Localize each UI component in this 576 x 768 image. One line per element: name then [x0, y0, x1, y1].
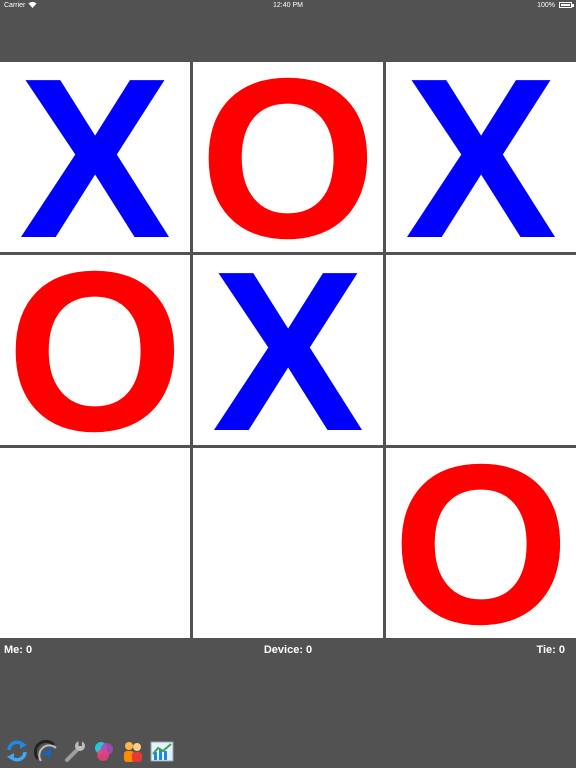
board-cell-3[interactable]: X	[386, 62, 576, 252]
battery-percent: 100%	[537, 2, 555, 9]
color-theme-icon[interactable]	[91, 738, 117, 764]
settings-wrench-icon[interactable]	[62, 738, 88, 764]
score-bar: Me: 0 Device: 0 Tie: 0	[0, 644, 576, 658]
board-cell-4[interactable]: O	[0, 255, 190, 445]
x-mark: X	[18, 62, 172, 252]
toolbar	[4, 738, 175, 766]
board-cell-1[interactable]: X	[0, 62, 190, 252]
board-cell-5[interactable]: X	[193, 255, 383, 445]
sound-icon[interactable]	[33, 738, 59, 764]
o-mark: O	[199, 62, 377, 252]
battery-icon	[559, 2, 572, 8]
board-cell-6[interactable]	[386, 255, 576, 445]
stats-chart-icon[interactable]	[149, 738, 175, 764]
o-mark: O	[6, 255, 184, 445]
score-device: Device: 0	[263, 644, 313, 656]
status-time: 12:40 PM	[273, 2, 303, 9]
board-cell-2[interactable]: O	[193, 62, 383, 252]
board-cell-7[interactable]	[0, 448, 190, 638]
refresh-icon[interactable]	[4, 738, 30, 764]
score-tie: Tie: 0	[536, 644, 565, 656]
players-icon[interactable]	[120, 738, 146, 764]
board-cell-9[interactable]: O	[386, 448, 576, 638]
status-bar: Carrier 12:40 PM 100%	[0, 0, 576, 12]
x-mark: X	[404, 62, 558, 252]
x-mark: X	[211, 255, 365, 445]
o-mark: O	[392, 448, 570, 638]
board-cell-8[interactable]	[193, 448, 383, 638]
game-board: X O X O X O	[0, 62, 576, 638]
